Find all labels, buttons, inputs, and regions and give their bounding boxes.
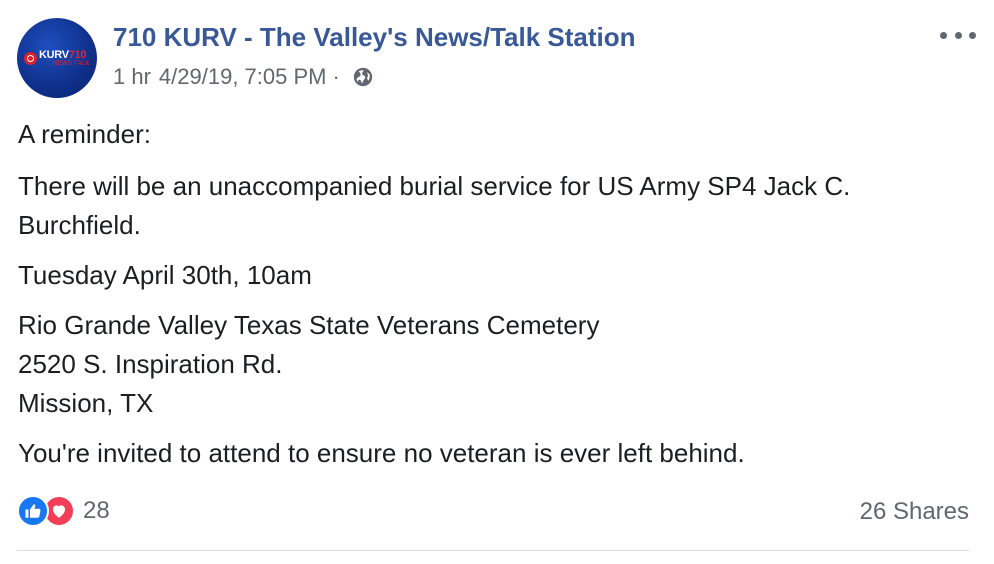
logo-sub-text: NEWS TALK bbox=[53, 60, 90, 67]
post-text-paragraph: Tuesday April 30th, 10am bbox=[18, 260, 312, 290]
facebook-post: KURV710 NEWS TALK 710 KURV - The Valley'… bbox=[0, 0, 994, 564]
post-text-line: Rio Grande Valley Texas State Veterans C… bbox=[18, 310, 600, 340]
more-options-icon[interactable] bbox=[940, 24, 976, 46]
post-timestamp[interactable]: 4/29/19, 7:05 PM bbox=[159, 64, 327, 90]
post-text-line: 2520 S. Inspiration Rd. bbox=[18, 349, 283, 379]
post-text-paragraph: A reminder: bbox=[18, 119, 151, 149]
page-name-link[interactable]: 710 KURV - The Valley's News/Talk Statio… bbox=[113, 22, 636, 53]
globe-icon[interactable] bbox=[352, 66, 374, 88]
logo-globe-icon bbox=[24, 51, 37, 65]
reactions-summary[interactable]: 28 bbox=[17, 495, 110, 527]
reaction-count: 28 bbox=[83, 497, 110, 524]
divider bbox=[17, 550, 969, 551]
post-text-paragraph: Rio Grande Valley Texas State Veterans C… bbox=[18, 306, 978, 423]
kurv-logo: KURV710 NEWS TALK bbox=[24, 49, 90, 67]
meta-separator: · bbox=[332, 64, 340, 89]
post-text-line: Mission, TX bbox=[18, 388, 154, 418]
relative-time[interactable]: 1 hr bbox=[113, 64, 151, 90]
like-icon bbox=[17, 495, 49, 527]
logo-main-text: KURV bbox=[39, 48, 69, 61]
post-text-paragraph: There will be an unaccompanied burial se… bbox=[18, 167, 978, 245]
post-text-paragraph: You're invited to attend to ensure no ve… bbox=[18, 438, 745, 468]
logo-number-text: 710 bbox=[68, 48, 87, 61]
shares-count-link[interactable]: 26 Shares bbox=[860, 498, 969, 526]
post-text-line: Burchfield. bbox=[18, 210, 141, 240]
post-meta: 1 hr 4/29/19, 7:05 PM · bbox=[113, 64, 374, 90]
page-avatar[interactable]: KURV710 NEWS TALK bbox=[17, 18, 97, 98]
post-text-line: There will be an unaccompanied burial se… bbox=[18, 171, 851, 201]
